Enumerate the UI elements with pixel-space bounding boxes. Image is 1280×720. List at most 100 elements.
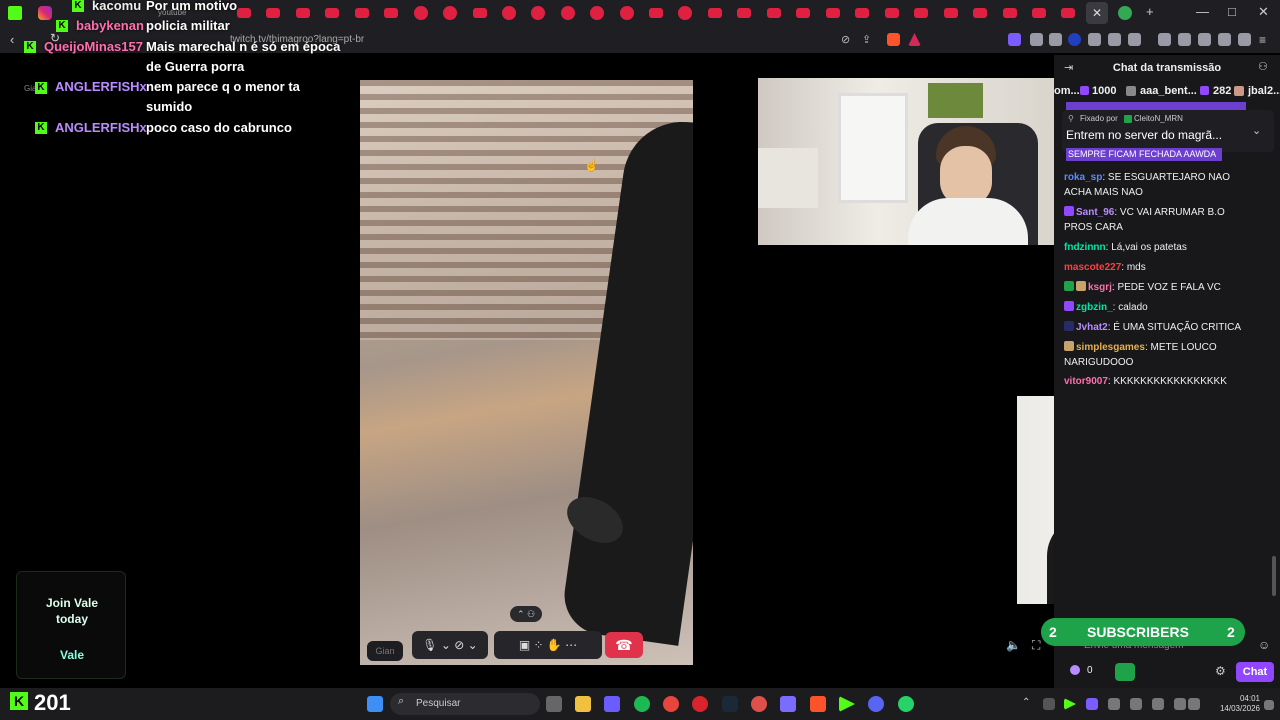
tab-video[interactable] — [531, 6, 545, 20]
tab-video[interactable] — [678, 6, 692, 20]
wallet-icon[interactable] — [1198, 33, 1211, 46]
tab-youtube[interactable] — [1032, 8, 1046, 18]
taskbar-search[interactable]: Pesquisar — [390, 693, 540, 715]
tab-youtube[interactable] — [737, 8, 751, 18]
discord-icon[interactable] — [868, 696, 884, 712]
sidebar-icon[interactable] — [1178, 33, 1191, 46]
tab-video[interactable] — [590, 6, 604, 20]
tray-chevron-icon[interactable]: ⌃ — [1022, 697, 1030, 708]
chat-username[interactable]: mascote227 — [1064, 262, 1121, 273]
tab-youtube[interactable] — [473, 8, 487, 18]
tab-video[interactable] — [443, 6, 457, 20]
tab-youtube[interactable] — [914, 8, 928, 18]
tab-instagram[interactable] — [38, 6, 52, 20]
hang-up-button[interactable]: ☎ — [605, 632, 643, 658]
chat-username[interactable]: simplesgames — [1076, 342, 1145, 353]
tab-youtube[interactable] — [855, 8, 869, 18]
tab-youtube[interactable] — [973, 8, 987, 18]
extension-icon[interactable] — [1008, 33, 1021, 46]
tab-video[interactable] — [414, 6, 428, 20]
bluetooth-icon[interactable] — [1130, 698, 1142, 710]
volume-tray-icon[interactable] — [1188, 698, 1200, 710]
tab-youtube[interactable] — [1061, 8, 1075, 18]
tab-video[interactable] — [502, 6, 516, 20]
chat-username[interactable]: roka_sp — [1064, 172, 1102, 183]
share-icon[interactable]: ⇪ — [862, 33, 875, 46]
chat-username[interactable]: ksgrj — [1088, 282, 1112, 293]
minimize-button[interactable]: — — [1196, 4, 1209, 19]
tab-youtube[interactable] — [767, 8, 781, 18]
extension-icon[interactable] — [1068, 33, 1081, 46]
tab-youtube[interactable] — [266, 8, 280, 18]
channel-points-icon[interactable] — [1070, 665, 1080, 675]
whatsapp-icon[interactable] — [898, 696, 914, 712]
chevron-down-icon[interactable]: ⌄ — [1252, 124, 1261, 137]
steam-icon[interactable] — [722, 696, 738, 712]
menu-icon[interactable]: ≡ — [1259, 33, 1272, 47]
opera-icon[interactable] — [692, 696, 708, 712]
participants-button[interactable]: ⌃ ⚇ — [510, 606, 542, 622]
shield-icon[interactable] — [1238, 33, 1251, 46]
tab-youtube[interactable] — [1003, 8, 1017, 18]
app-icon[interactable] — [751, 696, 767, 712]
chat-username[interactable]: Sant_96 — [1076, 207, 1114, 218]
gift-sub-icon[interactable] — [1115, 663, 1135, 681]
brave-icon[interactable] — [810, 696, 826, 712]
tab-youtube[interactable] — [944, 8, 958, 18]
chat-username[interactable]: zgbzin_ — [1076, 302, 1113, 313]
tab-active-close-icon[interactable]: ✕ — [1086, 2, 1108, 24]
chrome-icon[interactable] — [663, 696, 679, 712]
call-actions[interactable]: ▣ ⁘ ✋ ⋯ — [494, 631, 602, 659]
extension-icon[interactable] — [1088, 33, 1101, 46]
tab-youtube[interactable] — [649, 8, 663, 18]
tab-youtube[interactable] — [885, 8, 899, 18]
tab-video[interactable] — [620, 6, 634, 20]
brave-shield-icon[interactable] — [887, 33, 900, 46]
file-explorer-icon[interactable] — [575, 696, 591, 712]
extension-icon[interactable] — [1128, 33, 1141, 46]
gear-icon[interactable]: ⚙ — [1215, 664, 1226, 678]
tab-kick[interactable] — [8, 6, 22, 20]
tab-youtube[interactable] — [826, 8, 840, 18]
maximize-button[interactable]: □ — [1228, 4, 1236, 19]
users-icon[interactable]: ⚇ — [1258, 60, 1268, 73]
extension-icon[interactable] — [1218, 33, 1231, 46]
system-clock[interactable]: 04:01 14/03/2026 — [1200, 694, 1260, 714]
app-icon[interactable] — [604, 696, 620, 712]
volume-icon[interactable]: 🔈 — [1006, 638, 1021, 652]
chat-username[interactable]: vitor9007 — [1064, 376, 1108, 387]
windows-start-icon[interactable] — [367, 696, 383, 712]
mic-icon[interactable] — [1152, 698, 1164, 710]
tab-youtube[interactable] — [796, 8, 810, 18]
tab-video[interactable] — [561, 6, 575, 20]
tray-icon[interactable] — [1086, 698, 1098, 710]
task-view-icon[interactable] — [546, 696, 562, 712]
tab-youtube[interactable] — [384, 8, 398, 18]
chat-username[interactable]: fndzinnn — [1064, 242, 1106, 253]
tab-youtube[interactable] — [355, 8, 369, 18]
extension-icon[interactable] — [1030, 33, 1043, 46]
chat-scrollbar[interactable] — [1272, 556, 1276, 596]
back-icon[interactable]: ‹ — [10, 32, 14, 47]
chat-send-button[interactable]: Chat — [1236, 662, 1274, 682]
mic-camera-controls[interactable]: 🎙 ⌄ ⊘ ⌄ — [412, 631, 488, 659]
pinned-message[interactable]: ⚲ Fixado por CleitoN_MRN Entrem no serve… — [1062, 110, 1274, 152]
fullscreen-icon[interactable]: ⛶ — [1032, 638, 1040, 653]
tab-youtube[interactable] — [237, 8, 251, 18]
chat-username[interactable]: Jvhat2 — [1076, 322, 1108, 333]
app-icon[interactable] — [780, 696, 796, 712]
emote-icon[interactable]: ☺ — [1258, 638, 1270, 652]
tab-youtube[interactable] — [325, 8, 339, 18]
wifi-icon[interactable] — [1174, 698, 1186, 710]
tab-youtube[interactable] — [296, 8, 310, 18]
extension-icon[interactable] — [1108, 33, 1121, 46]
tray-icon[interactable] — [1043, 698, 1055, 710]
extension-icon[interactable] — [1049, 33, 1062, 46]
new-tab-icon[interactable]: + — [1146, 4, 1154, 19]
notification-icon[interactable] — [1264, 700, 1274, 710]
tab-youtube[interactable] — [708, 8, 722, 18]
tray-icon[interactable] — [1108, 698, 1120, 710]
mute-site-icon[interactable]: ⊘ — [841, 33, 854, 46]
tab-maps[interactable] — [1118, 6, 1132, 20]
spotify-icon[interactable] — [634, 696, 650, 712]
